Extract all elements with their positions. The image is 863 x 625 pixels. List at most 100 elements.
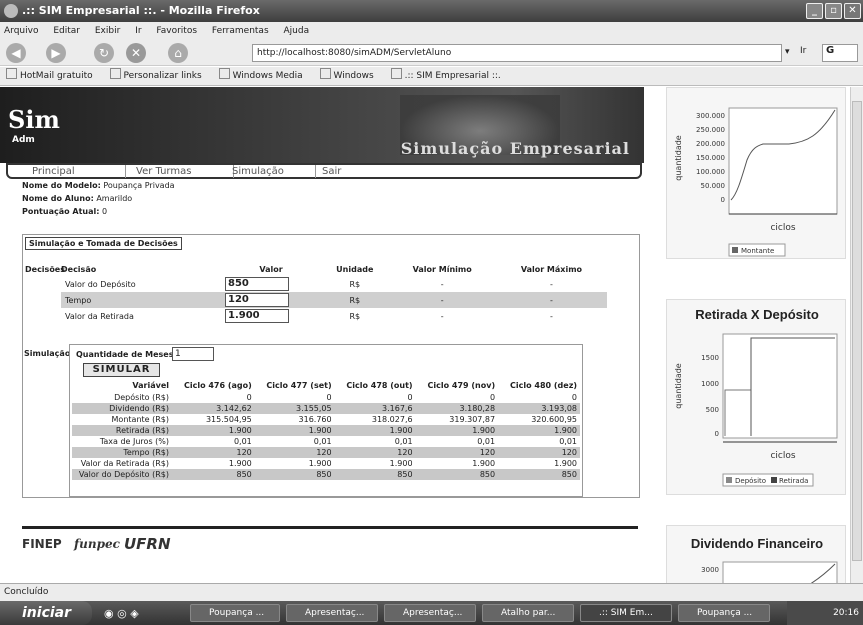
tick-label: 0 — [721, 196, 725, 204]
forward-icon[interactable]: ▶ — [46, 43, 66, 63]
tick-label: 1000 — [701, 380, 719, 388]
menu-editar[interactable]: Editar — [53, 26, 80, 36]
page-scrollbar[interactable] — [850, 87, 863, 583]
ufrn-logo: UFRN — [124, 535, 171, 553]
search-box[interactable]: G — [822, 44, 858, 62]
score-value: 0 — [102, 207, 108, 216]
task-apresentacao-1[interactable]: Apresentaç... — [286, 604, 378, 622]
tick-label: 50.000 — [701, 182, 726, 190]
site-banner: Sim Adm Simulação Empresarial — [0, 87, 644, 163]
plot-area — [728, 107, 838, 215]
bookmark-windows-media[interactable]: Windows Media — [219, 71, 303, 81]
chart2-ylabel: quantidade — [674, 363, 683, 409]
simulacao-label: Simulação — [24, 349, 71, 358]
tab-principal[interactable]: Principal — [32, 165, 126, 178]
task-poupanca-2[interactable]: Poupança ... — [678, 604, 770, 622]
chart2-svg: quantidade 1500 1000 500 0 ciclos Depósi… — [674, 333, 838, 487]
table-row: Depósito (R$) 0 0 0 0 0 — [114, 393, 577, 402]
dropdown-icon[interactable]: ▾ — [785, 47, 790, 57]
menu-ir[interactable]: Ir — [135, 26, 141, 36]
chart2-xlabel: ciclos — [770, 451, 795, 461]
minimize-button[interactable]: _ — [806, 3, 823, 19]
task-poupanca-1[interactable]: Poupança ... — [190, 604, 280, 622]
menu-exibir[interactable]: Exibir — [95, 26, 120, 36]
decision-row: Tempo 120 R$ - - — [61, 292, 607, 308]
table-row: Valor da Retirada (R$) 1.900 1.900 1.900 1.9… — [80, 459, 577, 468]
table-row: Dividendo (R$) 3.142,62 3.155,05 3.167,6 3.1… — [72, 403, 580, 414]
time-input[interactable]: 120 — [225, 293, 289, 307]
task-apresentacao-2[interactable]: Apresentaç... — [384, 604, 476, 622]
main-tabs: Principal Ver Turmas Simulação Sair — [6, 163, 642, 179]
tick-label: 1500 — [701, 354, 719, 362]
menu-arquivo[interactable]: Arquivo — [4, 26, 38, 36]
student-name: Amarildo — [96, 194, 133, 203]
tab-sair[interactable]: Sair — [322, 165, 382, 178]
scrollbar-thumb[interactable] — [852, 101, 862, 561]
legend-deposito: Depósito — [735, 477, 766, 485]
sim-logo-sub: Adm — [12, 135, 35, 145]
decision-row: Valor do Depósito 850 R$ - - — [65, 277, 553, 291]
chart-dividendo: Dividendo Financeiro 3000 — [666, 525, 846, 583]
task-sim[interactable]: .:: SIM Em... — [580, 604, 672, 622]
system-tray: 20:16 — [787, 601, 863, 625]
address-bar[interactable]: http://localhost:8080/simADM/ServletAlun… — [252, 44, 782, 62]
page-content: Sim Adm Simulação Empresarial Principal … — [0, 87, 863, 583]
back-icon[interactable]: ◀ — [6, 43, 26, 63]
table-row: Taxa de Juros (%) 0,01 0,01 0,01 0,01 0,01 — [99, 437, 577, 446]
simulate-button[interactable]: SIMULAR — [83, 363, 160, 377]
status-text: Concluído — [4, 587, 49, 597]
chart1-ylabel: quantidade — [674, 135, 683, 181]
legend-retirada: Retirada — [779, 477, 808, 485]
bookmarks-toolbar: HotMail gratuito Personalizar links Wind… — [0, 67, 863, 86]
deposit-input[interactable]: 850 — [225, 277, 289, 291]
menu-favoritos[interactable]: Favoritos — [156, 26, 197, 36]
status-bar: Concluído — [0, 583, 863, 601]
withdrawal-input[interactable]: 1.900 — [225, 309, 289, 323]
tab-simulacao[interactable]: Simulação — [226, 165, 316, 178]
menu-ajuda[interactable]: Ajuda — [284, 26, 310, 36]
clock: 20:16 — [833, 608, 859, 618]
bookmark-windows[interactable]: Windows — [320, 71, 374, 81]
plot-area — [722, 333, 838, 439]
menu-ferramentas[interactable]: Ferramentas — [212, 26, 269, 36]
quicklaunch-icons[interactable]: ◉ ◎ ◈ — [104, 607, 139, 620]
months-input[interactable]: 1 — [172, 347, 214, 361]
start-button[interactable]: iniciar — [0, 601, 92, 625]
reload-icon[interactable]: ↻ — [94, 43, 114, 63]
model-info: Nome do Modelo: Poupança Privada — [22, 181, 175, 190]
tick-label: 250.000 — [696, 126, 725, 134]
tick-label: 0 — [715, 430, 719, 438]
legend-swatch — [771, 477, 777, 483]
home-icon[interactable]: ⌂ — [168, 43, 188, 63]
chart-montante-svg: quantidade 300.000 250.000 200.000 150.0… — [674, 107, 838, 257]
plot-area — [722, 561, 838, 583]
bookmark-hotmail[interactable]: HotMail gratuito — [6, 71, 93, 81]
window-titlebar: .:: SIM Empresarial ::. - Mozilla Firefo… — [0, 0, 863, 22]
legend-swatch — [726, 477, 732, 483]
taskbar: iniciar ◉ ◎ ◈ Poupança ... Apresentaç...… — [0, 601, 863, 625]
firefox-icon — [4, 4, 18, 18]
tab-ver-turmas[interactable]: Ver Turmas — [136, 165, 234, 178]
model-name: Poupança Privada — [103, 181, 175, 190]
bookmark-sim[interactable]: .:: SIM Empresarial ::. — [391, 71, 501, 81]
close-button[interactable]: ✕ — [844, 3, 861, 19]
stop-icon[interactable]: ✕ — [126, 43, 146, 63]
banner-title: Simulação Empresarial — [400, 139, 630, 158]
months-label: Quantidade de Meses: — [76, 350, 177, 359]
sim-logo: Sim — [8, 105, 60, 134]
decision-table: Decisão Valor Unidade Valor Mínimo Valor… — [61, 263, 607, 324]
decision-row: Valor da Retirada 1.900 R$ - - — [65, 309, 553, 323]
chart-montante: quantidade 300.000 250.000 200.000 150.0… — [666, 87, 846, 259]
legend-montante: Montante — [741, 247, 774, 255]
go-button[interactable]: Ir — [800, 46, 806, 56]
section-title: Simulação e Tomada de Decisões — [25, 237, 182, 250]
address-url: http://localhost:8080/simADM/ServletAlun… — [257, 48, 452, 58]
task-atalho[interactable]: Atalho par... — [482, 604, 574, 622]
tick-label: 300.000 — [696, 112, 725, 120]
table-row: Retirada (R$) 1.900 1.900 1.900 1.900 1.900 — [72, 425, 580, 436]
maximize-button[interactable]: ▫ — [825, 3, 842, 19]
tick-label: 150.000 — [696, 154, 725, 162]
chart1-xlabel: ciclos — [770, 223, 795, 233]
score-info: Pontuação Atual: 0 — [22, 207, 108, 216]
bookmark-personalizar[interactable]: Personalizar links — [110, 71, 202, 81]
